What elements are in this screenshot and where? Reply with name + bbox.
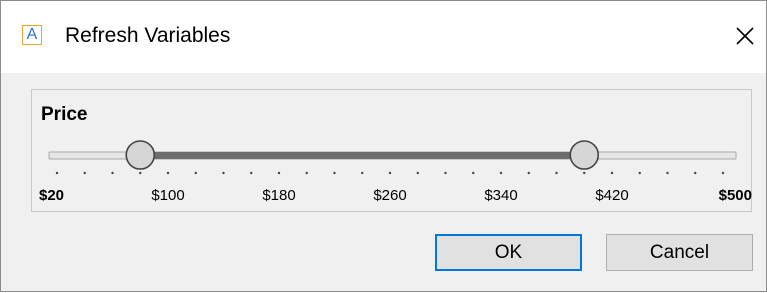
slider-tick-label: $420 <box>595 187 629 204</box>
close-button[interactable] <box>729 20 761 52</box>
slider-tick-label: $100 <box>151 187 185 204</box>
variable-label: Price <box>41 104 88 125</box>
slider-tick-label: $500 <box>718 187 752 204</box>
close-icon <box>736 27 754 45</box>
slider-tick-label: $20 <box>39 187 65 204</box>
dialog-title: Refresh Variables <box>65 24 231 47</box>
app-a-icon: A <box>22 25 42 45</box>
slider-tick-label: $340 <box>484 187 518 204</box>
title-bar: A Refresh Variables <box>1 1 766 73</box>
slider-thumb-high[interactable] <box>569 140 600 170</box>
ok-button[interactable]: OK <box>435 234 582 271</box>
slider-tick-label: $260 <box>373 187 407 204</box>
cancel-button[interactable]: Cancel <box>606 234 753 271</box>
slider-thumb-low[interactable] <box>125 140 156 170</box>
slider-tick-label: $180 <box>262 187 296 204</box>
refresh-variables-dialog: A Refresh Variables Price $20 $100 $180 $26… <box>0 0 767 292</box>
